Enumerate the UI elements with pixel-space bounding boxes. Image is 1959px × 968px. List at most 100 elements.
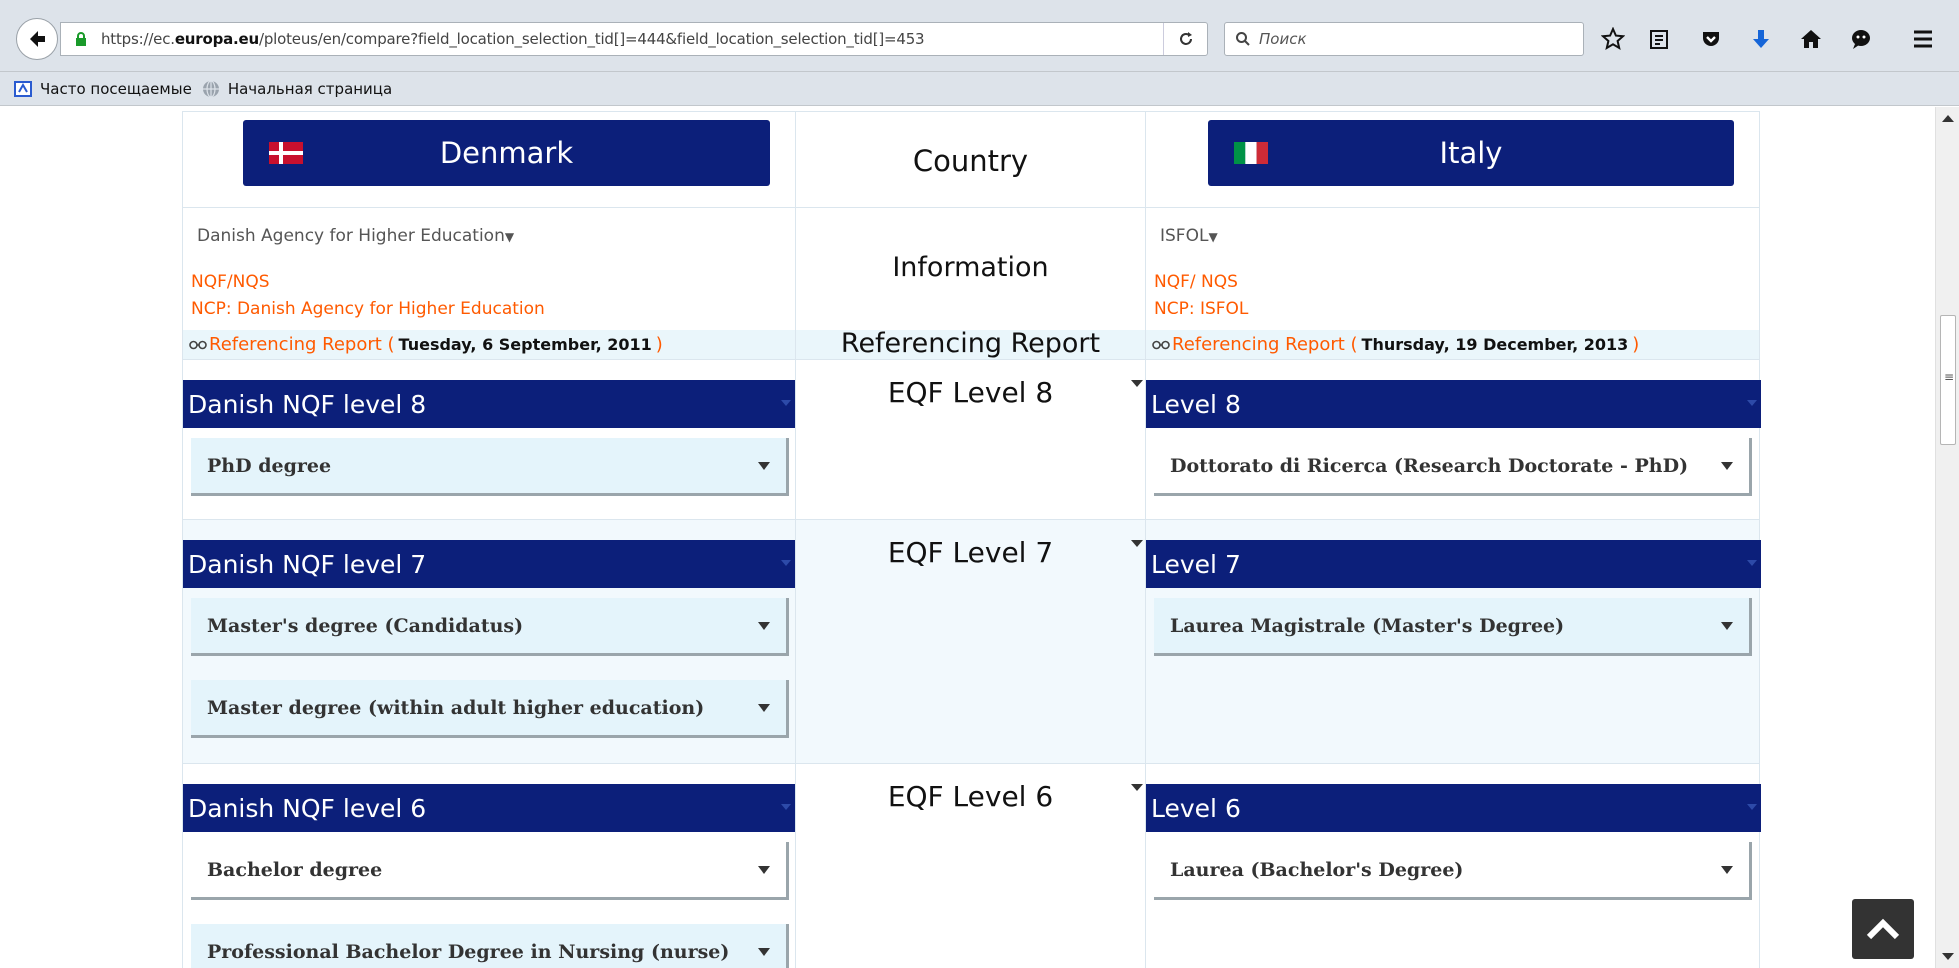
search-input[interactable]: Поиск bbox=[1224, 22, 1584, 56]
back-button[interactable] bbox=[16, 18, 58, 60]
caret-down-icon bbox=[758, 462, 770, 470]
bookmark-folder-icon bbox=[14, 80, 32, 97]
agency-name: Danish Agency for Higher Education bbox=[197, 226, 505, 246]
download-icon[interactable] bbox=[1746, 24, 1776, 54]
url-prefix: https://ec. bbox=[101, 30, 175, 48]
glasses-icon bbox=[1152, 340, 1170, 349]
nqf-level-bar[interactable]: Level 8 bbox=[1146, 380, 1761, 428]
bookmark-star-icon[interactable] bbox=[1598, 24, 1628, 54]
nqf-level-bar[interactable]: Level 6 bbox=[1146, 784, 1761, 832]
caret-down-icon bbox=[781, 804, 791, 810]
eqf-level-cell: EQF Level 7 bbox=[796, 520, 1146, 763]
left-ref-cell: Referencing Report ( Tuesday, 6 Septembe… bbox=[183, 330, 796, 359]
left-info-cell: Danish Agency for Higher Education▼ NQF/… bbox=[183, 208, 796, 330]
nqf-level-bar[interactable]: Danish NQF level 6 bbox=[183, 784, 795, 832]
eqf-level-cell: EQF Level 8 bbox=[796, 360, 1146, 519]
caret-down-icon bbox=[758, 704, 770, 712]
qualification-dropdown[interactable]: Master's degree (Candidatus) bbox=[191, 598, 789, 656]
qualification-label: Bachelor degree bbox=[207, 858, 383, 881]
nqf-level-label: Level 8 bbox=[1151, 389, 1241, 419]
country-name: Denmark bbox=[439, 136, 574, 170]
ref-link-text: Referencing Report ( bbox=[1172, 334, 1358, 355]
denmark-button[interactable]: Denmark bbox=[243, 120, 770, 186]
reload-icon bbox=[1179, 32, 1192, 45]
scroll-to-top-button[interactable] bbox=[1852, 899, 1914, 959]
agency-dropdown[interactable]: Danish Agency for Higher Education▼ bbox=[197, 226, 514, 246]
bookmark-most-visited[interactable]: Часто посещаемые bbox=[14, 80, 192, 98]
pocket-icon[interactable] bbox=[1696, 24, 1726, 54]
left-country-cell: Denmark bbox=[183, 112, 796, 207]
country-row: Denmark Country Italy bbox=[183, 112, 1759, 208]
comparison-table: Denmark Country Italy Danish Agency for … bbox=[182, 111, 1761, 968]
qualification-dropdown[interactable]: PhD degree bbox=[191, 438, 789, 496]
ncp-link[interactable]: NCP: Danish Agency for Higher Education bbox=[191, 299, 545, 319]
caret-down-icon bbox=[758, 866, 770, 874]
referencing-report-link[interactable]: Referencing Report ( Thursday, 19 Decemb… bbox=[1152, 334, 1639, 355]
right-level-cell: Level 7 Laurea Magistrale (Master's Degr… bbox=[1146, 520, 1761, 763]
nqf-level-bar[interactable]: Danish NQF level 8 bbox=[183, 380, 795, 428]
right-info-cell: ISFOL▼ NQF/ NQS NCP: ISFOL bbox=[1146, 208, 1761, 330]
caret-down-icon bbox=[1747, 560, 1757, 566]
referencing-row: Referencing Report ( Tuesday, 6 Septembe… bbox=[183, 328, 1761, 360]
caret-down-icon: ▼ bbox=[1208, 230, 1218, 244]
eqf-level-7-row: Danish NQF level 7 Master's degree (Cand… bbox=[183, 520, 1761, 764]
qualification-label: Laurea Magistrale (Master's Degree) bbox=[1170, 614, 1565, 637]
information-row: Danish Agency for Higher Education▼ NQF/… bbox=[183, 208, 1759, 330]
referencing-report-link[interactable]: Referencing Report ( Tuesday, 6 Septembe… bbox=[189, 334, 663, 355]
qualification-dropdown[interactable]: Laurea (Bachelor's Degree) bbox=[1154, 842, 1752, 900]
bookmark-start-page[interactable]: Начальная страница bbox=[202, 80, 392, 98]
caret-down-icon[interactable] bbox=[1131, 540, 1143, 547]
vertical-scrollbar[interactable] bbox=[1935, 107, 1959, 968]
scroll-down-arrow-icon[interactable] bbox=[1942, 953, 1954, 960]
eqf-level-8-row: Danish NQF level 8 PhD degree EQF Level … bbox=[183, 360, 1761, 520]
search-icon bbox=[1236, 32, 1250, 46]
nqf-level-label: Level 7 bbox=[1151, 549, 1241, 579]
nqf-level-bar[interactable]: Danish NQF level 7 bbox=[183, 540, 795, 588]
left-level-cell: Danish NQF level 6 Bachelor degree Profe… bbox=[183, 764, 796, 968]
url-text: https://ec.europa.eu/ploteus/en/compare?… bbox=[101, 30, 924, 48]
address-bar[interactable]: https://ec.europa.eu/ploteus/en/compare?… bbox=[60, 22, 1208, 56]
right-level-cell: Level 6 Laurea (Bachelor's Degree) bbox=[1146, 764, 1761, 968]
scroll-up-arrow-icon[interactable] bbox=[1942, 115, 1954, 122]
ref-date: Tuesday, 6 September, 2011 bbox=[398, 335, 652, 354]
bookmark-label: Начальная страница bbox=[227, 79, 393, 98]
italy-button[interactable]: Italy bbox=[1208, 120, 1734, 186]
qualification-dropdown[interactable]: Master degree (within adult higher educa… bbox=[191, 680, 789, 738]
referencing-label: Referencing Report bbox=[840, 328, 1101, 359]
nqf-level-label: Danish NQF level 7 bbox=[188, 549, 427, 579]
caret-down-icon[interactable] bbox=[1131, 784, 1143, 791]
caret-down-icon bbox=[1747, 400, 1757, 406]
qualification-dropdown[interactable]: Bachelor degree bbox=[191, 842, 789, 900]
qualification-label: Professional Bachelor Degree in Nursing … bbox=[207, 940, 730, 963]
caret-down-icon bbox=[781, 400, 791, 406]
chat-icon[interactable] bbox=[1846, 24, 1876, 54]
bookmark-label: Часто посещаемые bbox=[40, 79, 192, 98]
url-path: /ploteus/en/compare?field_location_selec… bbox=[258, 30, 925, 48]
right-ref-cell: Referencing Report ( Thursday, 19 Decemb… bbox=[1146, 330, 1761, 359]
chevron-up-icon bbox=[1866, 918, 1900, 940]
right-level-cell: Level 8 Dottorato di Ricerca (Research D… bbox=[1146, 360, 1761, 519]
reading-list-icon[interactable] bbox=[1644, 24, 1674, 54]
qualification-label: Master degree (within adult higher educa… bbox=[207, 696, 705, 719]
ref-link-text: Referencing Report ( bbox=[209, 334, 395, 355]
ref-label-cell: Referencing Report bbox=[796, 328, 1146, 359]
menu-icon[interactable] bbox=[1908, 24, 1938, 54]
caret-down-icon bbox=[758, 622, 770, 630]
qualification-label: PhD degree bbox=[207, 454, 332, 477]
caret-down-icon[interactable] bbox=[1131, 380, 1143, 387]
country-name: Italy bbox=[1439, 136, 1503, 170]
qualification-dropdown[interactable]: Dottorato di Ricerca (Research Doctorate… bbox=[1154, 438, 1752, 496]
nqf-level-label: Danish NQF level 6 bbox=[188, 793, 427, 823]
nqf-link[interactable]: NQF/ NQS bbox=[1154, 272, 1238, 292]
scroll-thumb[interactable] bbox=[1940, 315, 1956, 445]
qualification-dropdown[interactable]: Professional Bachelor Degree in Nursing … bbox=[191, 924, 789, 968]
agency-dropdown[interactable]: ISFOL▼ bbox=[1160, 226, 1218, 246]
qualification-dropdown[interactable]: Laurea Magistrale (Master's Degree) bbox=[1154, 598, 1752, 656]
nqf-level-bar[interactable]: Level 7 bbox=[1146, 540, 1761, 588]
glasses-icon bbox=[189, 340, 207, 349]
reload-button[interactable] bbox=[1163, 23, 1207, 55]
nqf-link[interactable]: NQF/NQS bbox=[191, 272, 270, 292]
ncp-link[interactable]: NCP: ISFOL bbox=[1154, 299, 1248, 319]
home-icon[interactable] bbox=[1796, 24, 1826, 54]
lock-icon bbox=[76, 32, 86, 46]
